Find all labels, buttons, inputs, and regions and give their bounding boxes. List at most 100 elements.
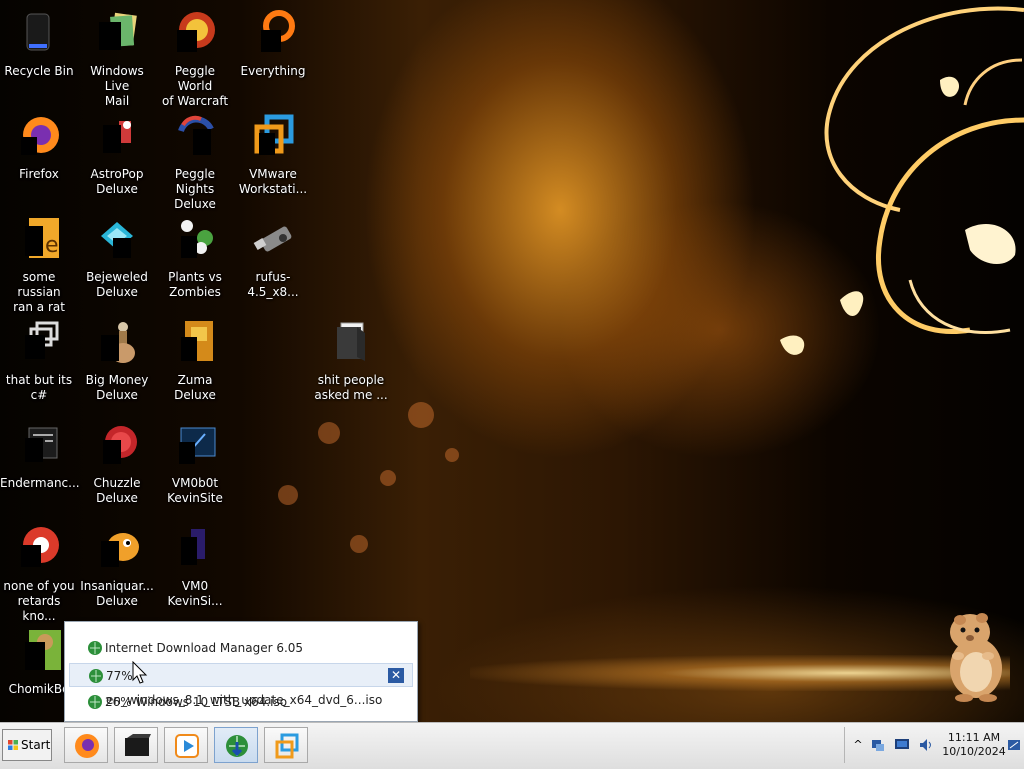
show-hidden-chevron-icon[interactable]: ^ [851, 738, 865, 752]
chuzzle-icon [93, 420, 141, 468]
bejeweled-icon [93, 214, 141, 262]
desktop-icon-label: Windows Live Mail [90, 64, 144, 108]
desktop-icon-label: Plants vs Zombies [168, 270, 222, 299]
app-window-icon [171, 523, 219, 571]
desktop-icon-big-money[interactable]: Big Money Deluxe [78, 313, 156, 409]
desktop-icon-label: Peggle Nights Deluxe [174, 167, 216, 211]
desktop-icon-label: Insaniquar... Deluxe [80, 579, 154, 608]
desktop-icon-endermanch[interactable]: Endermanc... [0, 416, 80, 512]
vmware-icon [275, 733, 299, 759]
network-icon[interactable] [871, 738, 885, 752]
idm-popup-title-row[interactable]: Internet Download Manager 6.05 [69, 636, 413, 660]
desktop-icon-zuma[interactable]: Zuma Deluxe [156, 313, 234, 409]
app-window-icon [15, 420, 63, 468]
peggle-nights-icon [171, 111, 219, 159]
clock-time: 11:11 AM [947, 731, 1001, 744]
desktop-icon-label: VM0b0t KevinSite [167, 476, 223, 505]
desktop-icon-insaniquarium[interactable]: Insaniquar... Deluxe [78, 519, 156, 615]
desktop-icon-label: AstroPop Deluxe [90, 167, 144, 196]
windows-live-mail-icon [93, 8, 141, 56]
start-button[interactable]: Start [2, 729, 52, 761]
desktop[interactable]: Recycle Bin Windows Live Mail Peggle Wor… [0, 0, 1024, 722]
idm-download-popup: Internet Download Manager 6.05 77% en_wi… [64, 621, 418, 722]
taskbar-button-internet-download-manager[interactable] [214, 727, 258, 763]
desktop-icon-windows-live-mail[interactable]: Windows Live Mail [78, 4, 156, 108]
mouse-cursor-icon [132, 661, 148, 684]
taskbar-button-vmware[interactable] [264, 727, 308, 763]
desktop-icon-some-russian-ran-a-rat[interactable]: e some russian ran a rat [0, 210, 78, 314]
insaniquarium-icon [93, 523, 141, 571]
app-window-icon [171, 420, 219, 468]
desktop-icon-everything[interactable]: Everything [234, 4, 312, 100]
wallpaper-bokeh [318, 422, 340, 444]
desktop-icon-label: Big Money Deluxe [85, 373, 149, 402]
clock[interactable]: 11:11 AM 10/10/2024 [939, 731, 1009, 759]
clock-date: 10/10/2024 [942, 745, 1006, 758]
firefox-icon [15, 111, 63, 159]
idm-globe-icon [89, 669, 103, 683]
chomik-icon [15, 626, 63, 674]
idm-download-item[interactable]: 77% en_windows_8.1_with_update_x64_dvd_6… [69, 663, 413, 707]
desktop-icon-label: none of you retards kno... [3, 579, 75, 623]
wallpaper-bokeh [445, 448, 459, 462]
desktop-icon-label: that but its c# [5, 373, 73, 402]
close-icon[interactable]: ✕ [388, 668, 404, 683]
peggle-icon [171, 8, 219, 56]
desktop-icon-vm0b0t-kevinsite[interactable]: VM0b0t KevinSite [156, 416, 234, 512]
wallpaper-bokeh [408, 402, 434, 428]
desktop-icon-astropop[interactable]: AstroPop Deluxe [78, 107, 156, 203]
windows-flag-icon [8, 740, 18, 750]
idm-globe-icon [88, 641, 102, 655]
desktop-icon-rufus[interactable]: rufus-4.5_x8... [234, 210, 312, 306]
taskbar: Start ^ 11:11 AM 10/10/2024 [0, 722, 1024, 769]
desktop-icon-recycle-bin[interactable]: Recycle Bin [0, 4, 78, 100]
desktop-icon-label: Endermanc... [0, 476, 80, 490]
desktop-icon-label: shit people asked me ... [314, 373, 388, 402]
wallpaper-bokeh [350, 535, 368, 553]
desktop-icon-shit-people-asked-me[interactable]: shit people asked me ... [312, 313, 390, 409]
plants-vs-zombies-icon [171, 214, 219, 262]
desktop-icon-vmware-workstation[interactable]: VMware Workstati... [234, 107, 312, 203]
astropop-icon [93, 111, 141, 159]
taskbar-button-terminal[interactable] [114, 727, 158, 763]
chrome-icon [15, 523, 63, 571]
folder-icon [327, 317, 375, 365]
start-label: Start [21, 738, 51, 752]
desktop-icon-label: Chuzzle Deluxe [93, 476, 141, 505]
desktop-icon-label: rufus-4.5_x8... [247, 270, 299, 299]
volume-icon[interactable] [919, 738, 933, 752]
desktop-icon-label: some russian ran a rat [13, 270, 65, 314]
desktop-icon-vm0-kevinsite[interactable]: VM0 KevinSi... [156, 519, 234, 615]
show-desktop-icon[interactable] [1007, 738, 1021, 752]
idm-download-item[interactable]: 26% Windows 10 LTSB x64.iso [69, 690, 413, 714]
internet-download-manager-icon [226, 735, 248, 757]
wallpaper-bokeh [380, 470, 396, 486]
system-tray: ^ 11:11 AM 10/10/2024 [844, 727, 1023, 763]
idm-globe-icon [88, 695, 102, 709]
desktop-icon-peggle-nights[interactable]: Peggle Nights Deluxe [156, 107, 234, 211]
taskbar-button-firefox[interactable] [64, 727, 108, 763]
desktop-icon-label: Bejeweled Deluxe [86, 270, 148, 299]
usb-drive-icon [249, 214, 297, 262]
desktop-icon-label: Zuma Deluxe [174, 373, 216, 402]
desktop-icon-that-but-its-csharp[interactable]: that but its c# [0, 313, 78, 409]
hamster-sticker [950, 613, 1002, 702]
desktop-icon-label: Recycle Bin [4, 64, 74, 78]
shortcut-icon: e [15, 214, 63, 262]
desktop-icon-label: VM0 KevinSi... [167, 579, 223, 608]
big-money-icon [93, 317, 141, 365]
monitor-icon[interactable] [895, 738, 909, 752]
desktop-icon-plants-vs-zombies[interactable]: Plants vs Zombies [156, 210, 234, 306]
svg-text:e: e [45, 233, 59, 258]
media-player-icon [175, 734, 199, 758]
desktop-icon-peggle-world-of-warcraft[interactable]: Peggle World of Warcraft ... [156, 4, 234, 123]
desktop-icon-chuzzle[interactable]: Chuzzle Deluxe [78, 416, 156, 512]
desktop-icon-firefox[interactable]: Firefox [0, 107, 78, 203]
desktop-icon-bejeweled[interactable]: Bejeweled Deluxe [78, 210, 156, 306]
desktop-icon-label: Everything [240, 64, 306, 78]
wallpaper-bokeh [278, 485, 298, 505]
desktop-icon-none-of-you-know[interactable]: none of you retards kno... [0, 519, 78, 623]
idm-popup-title: Internet Download Manager 6.05 [105, 641, 304, 655]
desktop-icon-label: VMware Workstati... [238, 167, 308, 196]
taskbar-button-media-player[interactable] [164, 727, 208, 763]
